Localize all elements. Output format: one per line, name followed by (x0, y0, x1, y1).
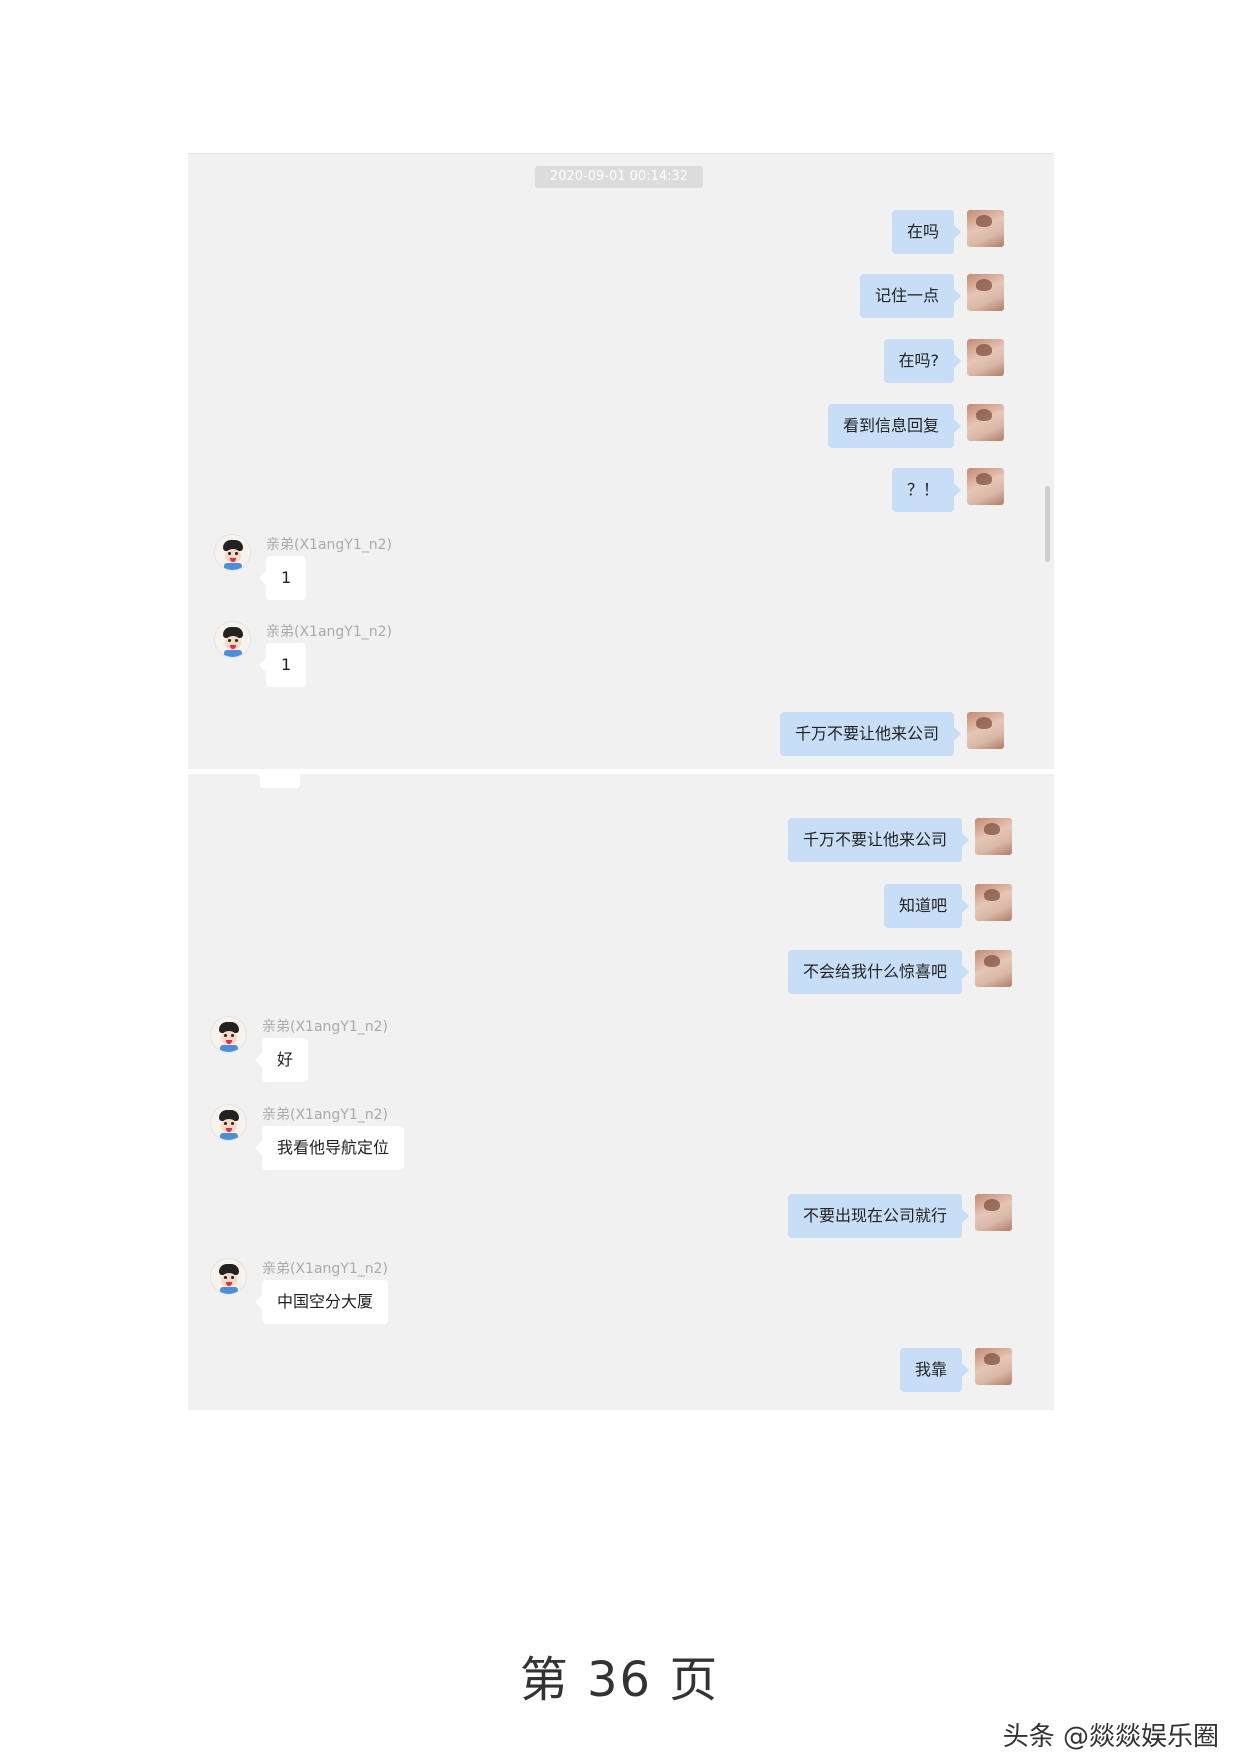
message-sent: 记住一点 (188, 274, 1054, 334)
sender-name: 亲弟(X1angY1_n2) (262, 1261, 388, 1277)
message-bubble: 中国空分大厦 (254, 1280, 389, 1324)
my-avatar[interactable] (975, 1194, 1012, 1231)
message-bubble: 知道吧 (883, 884, 970, 928)
message-bubble: 在吗 (891, 210, 962, 254)
message-received-partial: 1 (188, 774, 1054, 808)
message-bubble: 我看他导航定位 (254, 1126, 405, 1170)
message-received: 亲弟(X1angY1_n2) 好 (188, 1016, 1054, 1096)
my-avatar[interactable] (975, 1348, 1012, 1385)
message-sent: 知道吧 (188, 884, 1054, 944)
my-avatar[interactable] (975, 818, 1012, 855)
message-sent: 在吗? (188, 339, 1054, 399)
my-avatar[interactable] (975, 950, 1012, 987)
message-received: 亲弟(X1angY1_n2) 我看他导航定位 (188, 1104, 1054, 1184)
friend-avatar[interactable] (210, 1104, 247, 1141)
message-sent: 千万不要让他来公司 (188, 818, 1054, 878)
message-sent: 千万不要让他来公司 (188, 712, 1054, 769)
message-bubble: 1 (258, 643, 307, 687)
message-sent: 看到信息回复 (188, 404, 1054, 464)
my-avatar[interactable] (967, 712, 1004, 749)
friend-avatar[interactable] (210, 1016, 247, 1053)
sender-name: 亲弟(X1angY1_n2) (262, 1107, 388, 1123)
my-avatar[interactable] (967, 210, 1004, 247)
message-received: 亲弟(X1angY1_n2) 1 (188, 534, 1054, 614)
my-avatar[interactable] (967, 339, 1004, 376)
message-bubble: 记住一点 (859, 274, 962, 318)
friend-avatar[interactable] (214, 534, 251, 571)
my-avatar[interactable] (975, 884, 1012, 921)
message-bubble: 千万不要让他来公司 (787, 818, 970, 862)
chat-screenshot-2: 1 千万不要让他来公司 知道吧 不会给我什么惊喜吧 亲弟(X1angY1_n2)… (188, 774, 1054, 1410)
my-avatar[interactable] (967, 274, 1004, 311)
sender-name: 亲弟(X1angY1_n2) (266, 624, 392, 640)
my-avatar[interactable] (967, 468, 1004, 505)
message-bubble: 在吗? (883, 339, 961, 383)
message-sent: 不要出现在公司就行 (188, 1194, 1054, 1254)
message-bubble: 好 (254, 1038, 309, 1082)
message-sent: 不会给我什么惊喜吧 (188, 950, 1054, 1010)
friend-avatar[interactable] (214, 621, 251, 658)
message-received: 亲弟(X1angY1_n2) 中国空分大厦 (188, 1258, 1054, 1338)
page-number: 第 36 页 (519, 1652, 720, 1708)
sender-name: 亲弟(X1angY1_n2) (266, 537, 392, 553)
message-sent: 我靠 (188, 1348, 1054, 1408)
timestamp: 2020-09-01 00:14:32 (535, 166, 703, 188)
message-bubble: 1 (258, 556, 307, 600)
message-sent: 在吗 (188, 210, 1054, 270)
my-avatar[interactable] (967, 404, 1004, 441)
message-bubble: 看到信息回复 (827, 404, 962, 448)
friend-avatar[interactable] (210, 1258, 247, 1295)
message-bubble: 1 (252, 774, 301, 788)
message-bubble: 千万不要让他来公司 (779, 712, 962, 756)
message-bubble: ？！ (891, 468, 962, 512)
message-bubble: 不会给我什么惊喜吧 (787, 950, 970, 994)
message-bubble: 不要出现在公司就行 (787, 1194, 970, 1238)
message-bubble: 我靠 (899, 1348, 970, 1392)
message-sent: ？！ (188, 468, 1054, 528)
chat-screenshot-1: 2020-09-01 00:14:32 在吗 记住一点 在吗? 看到信息回复 ？… (188, 153, 1054, 769)
watermark: 头条 @燚燚娱乐圈 (1002, 1722, 1219, 1752)
message-received: 亲弟(X1angY1_n2) 1 (188, 621, 1054, 701)
sender-name: 亲弟(X1angY1_n2) (262, 1019, 388, 1035)
